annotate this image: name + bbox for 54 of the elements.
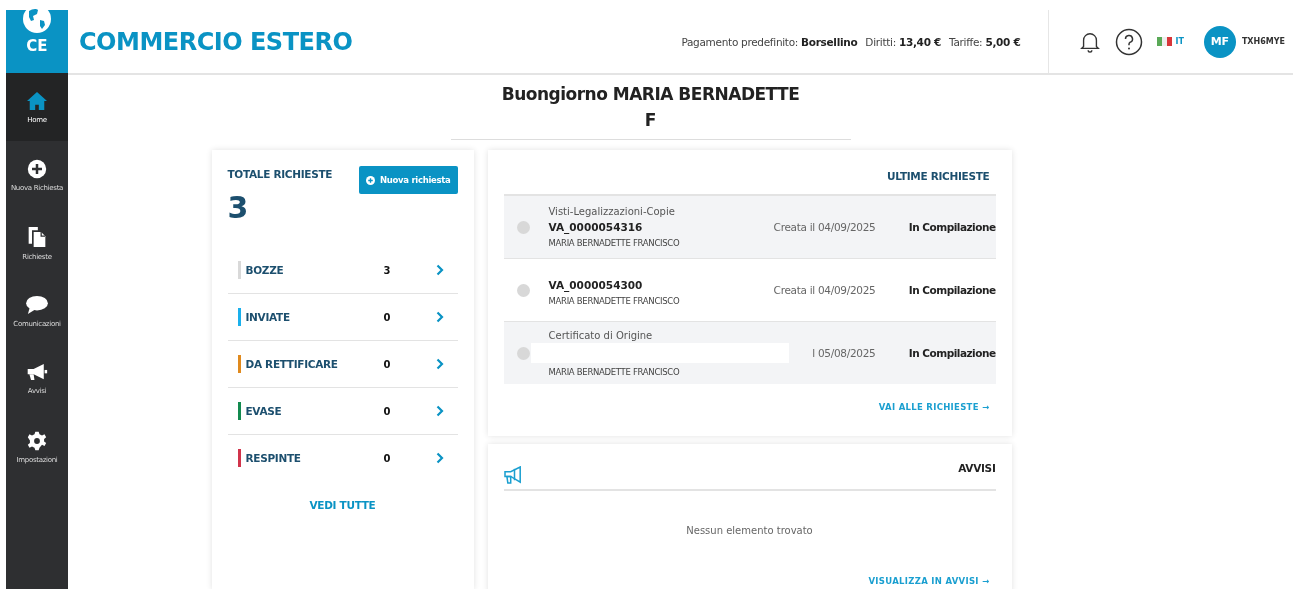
settings-icon <box>27 430 47 451</box>
status-label: INVIATE <box>245 311 291 323</box>
app-title: COMMERCIO ESTERO <box>79 27 353 56</box>
request-code: VA_0000054316 <box>548 221 644 234</box>
status-label: RESPINTE <box>245 452 302 464</box>
rights-info: Diritti: 13,40 € <box>865 35 941 48</box>
view-all-link[interactable]: VEDI TUTTE <box>227 499 458 511</box>
documents-icon <box>27 225 47 248</box>
request-date: Creata il 04/09/2025 <box>772 221 876 233</box>
card-title: AVVISI <box>958 461 996 474</box>
speech-bubble-icon <box>25 294 49 315</box>
megaphone-icon <box>26 363 48 382</box>
request-row[interactable]: Certificato di Origine MARIA BERNADETTE FRANCISCO l 05/08/2025 In Compilazione <box>503 322 996 384</box>
language-selector[interactable]: IT <box>1157 37 1184 46</box>
fees-info: Tariffe: 5,00 € <box>949 35 1021 48</box>
logo-text: CE <box>26 37 48 55</box>
status-count: 0 <box>383 358 392 370</box>
user-avatar[interactable]: MF <box>1203 25 1236 58</box>
status-dot-icon <box>516 346 530 360</box>
status-label: DA RETTIFICARE <box>245 358 339 370</box>
request-type: Certificato di Origine <box>548 329 654 341</box>
new-request-button[interactable]: Nuova richiesta <box>359 166 458 194</box>
user-code: TXH6MYE <box>1241 37 1285 46</box>
plus-circle-icon <box>366 175 375 185</box>
status-dot-icon <box>516 283 530 297</box>
request-owner: MARIA BERNADETTE FRANCISCO <box>548 366 681 377</box>
card-title: TOTALE RICHIESTE <box>227 167 333 180</box>
request-code: VA_0000054300 <box>548 278 644 292</box>
request-owner: MARIA BERNADETTE FRANCISCO <box>548 238 681 248</box>
request-row[interactable]: Visti-Legalizzazioni-Copie VA_0000054316 MARIA BERNADETTE FRANCISCO Creata il 04/09/2025 In Compilazione <box>503 196 996 259</box>
status-count: 0 <box>383 311 392 323</box>
home-icon <box>26 90 48 111</box>
status-dot-icon <box>516 220 530 234</box>
card-title: ULTIME RICHIESTE <box>886 169 991 182</box>
help-icon[interactable] <box>1115 27 1144 56</box>
request-status: In Compilazione <box>907 284 996 296</box>
status-label: EVASE <box>245 405 283 417</box>
status-label: BOZZE <box>245 264 285 276</box>
empty-message: Nessun elemento trovato <box>685 525 814 536</box>
request-status: In Compilazione <box>907 347 996 359</box>
plus-circle-icon <box>27 158 47 179</box>
request-owner: MARIA BERNADETTE FRANCISCO <box>548 295 681 306</box>
greeting-text: Buongiorno MARIA BERNADETTE <box>500 83 801 106</box>
payment-info: Pagamento predefinito: Borsellino <box>681 35 858 48</box>
request-status: In Compilazione <box>907 221 996 233</box>
request-date: Creata il 04/09/2025 <box>772 284 876 296</box>
total-count: 3 <box>227 190 250 225</box>
request-date: l 05/08/2025 <box>811 347 876 359</box>
status-count: 0 <box>383 452 392 464</box>
italy-flag-icon <box>1157 37 1173 46</box>
request-type: Visti-Legalizzazioni-Copie <box>548 206 676 217</box>
status-count: 3 <box>383 264 392 276</box>
status-count: 0 <box>383 405 392 417</box>
greeting-text: F <box>643 109 658 132</box>
